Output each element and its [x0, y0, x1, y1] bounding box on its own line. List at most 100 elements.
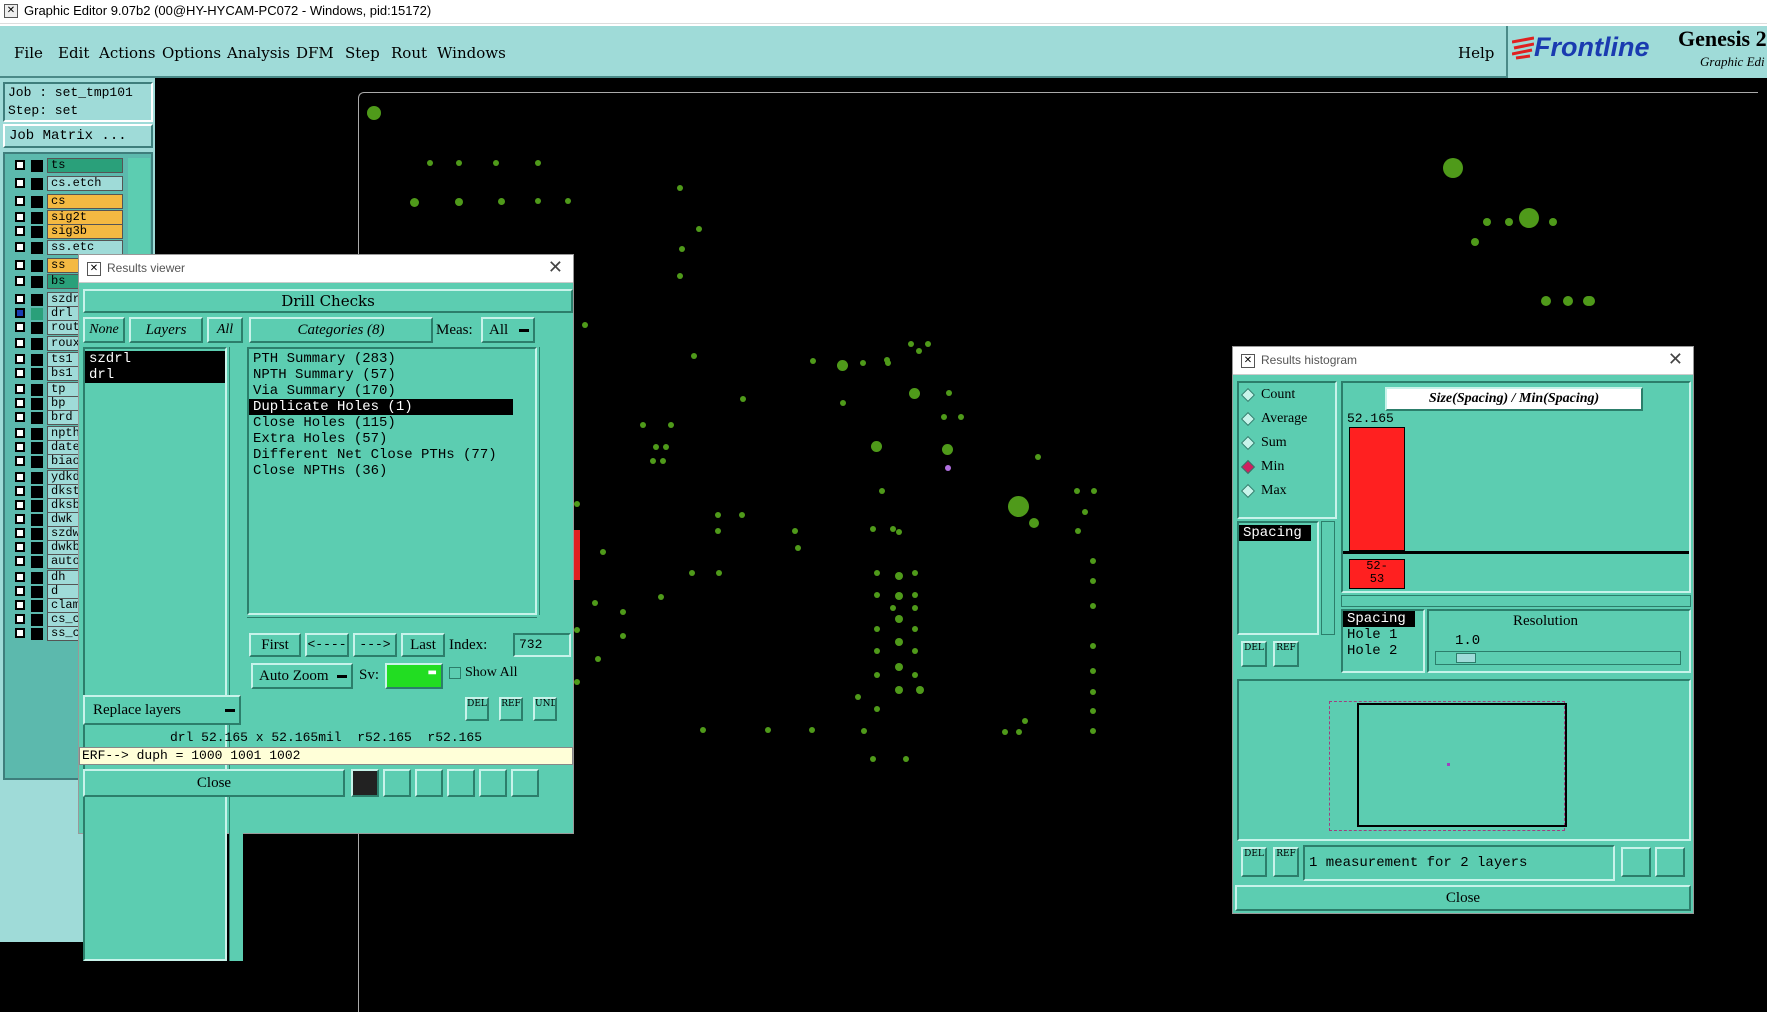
layer-row-ts[interactable]: ts [11, 158, 131, 174]
histogram-icon[interactable] [511, 769, 539, 797]
histogram-bar[interactable] [1349, 427, 1405, 551]
mode-radio-sum[interactable]: Sum [1239, 431, 1335, 455]
export-icon[interactable] [447, 769, 475, 797]
close-button[interactable]: Close [83, 769, 345, 797]
category-item[interactable]: PTH Summary (283) [249, 351, 535, 367]
menu-actions[interactable]: Actions [99, 44, 155, 62]
all-layers-button[interactable]: All [207, 317, 243, 343]
layer-checkbox[interactable] [15, 322, 25, 332]
preview-ref-button[interactable]: REF [1273, 847, 1299, 877]
hist-del-button[interactable]: DEL [1241, 641, 1267, 667]
last-button[interactable]: Last [401, 633, 445, 657]
category-item[interactable]: Close Holes (115) [249, 415, 535, 431]
close-icon[interactable]: ✕ [1668, 349, 1683, 370]
mode-radio-average[interactable]: Average [1239, 407, 1335, 431]
menu-rout[interactable]: Rout [391, 44, 427, 62]
fit-view-icon[interactable] [1655, 847, 1685, 877]
layer-checkbox[interactable] [15, 542, 25, 552]
layer-checkbox[interactable] [15, 398, 25, 408]
layer-checkbox[interactable] [15, 226, 25, 236]
measure-list-scroll[interactable] [1321, 521, 1335, 635]
layer-checkbox[interactable] [15, 384, 25, 394]
mode-radio-min[interactable]: Min [1239, 455, 1335, 479]
layer-checkbox[interactable] [15, 242, 25, 252]
job-matrix-button[interactable]: Job Matrix ... [3, 124, 153, 148]
layer-checkbox[interactable] [15, 472, 25, 482]
layer-checkbox[interactable] [15, 160, 25, 170]
menu-help[interactable]: Help [1458, 44, 1494, 62]
category-list-vscroll[interactable] [539, 347, 553, 615]
zoom-view-icon[interactable] [1621, 847, 1651, 877]
layer-checkbox[interactable] [15, 428, 25, 438]
auto-zoom-dropdown[interactable]: Auto Zoom ▬ [251, 663, 353, 689]
layer-checkbox[interactable] [15, 586, 25, 596]
resolution-slider[interactable] [1435, 651, 1681, 665]
layer-checkbox[interactable] [15, 212, 25, 222]
result-layer-szdrl[interactable]: szdrl [85, 351, 225, 367]
erf-tool-icon[interactable] [415, 769, 443, 797]
category-item[interactable]: NPTH Summary (57) [249, 367, 535, 383]
layer-checkbox[interactable] [15, 178, 25, 188]
layer-checkbox[interactable] [15, 412, 25, 422]
sort-hole-1[interactable]: Hole 1 [1343, 627, 1423, 643]
layer-checkbox[interactable] [15, 614, 25, 624]
none-button[interactable]: None [83, 317, 125, 343]
menu-analysis[interactable]: Analysis [227, 44, 290, 62]
mode-radio-max[interactable]: Max [1239, 479, 1335, 503]
first-button[interactable]: First [249, 633, 301, 657]
sort-hole-2[interactable]: Hole 2 [1343, 643, 1423, 659]
layer-checkbox[interactable] [15, 276, 25, 286]
histogram-close-button[interactable]: Close [1235, 885, 1691, 911]
layer-checkbox[interactable] [15, 338, 25, 348]
close-icon[interactable]: ✕ [548, 257, 563, 278]
preview-del-button[interactable]: DEL [1241, 847, 1267, 877]
category-item[interactable]: Duplicate Holes (1) [249, 399, 513, 415]
category-item[interactable]: Extra Holes (57) [249, 431, 535, 447]
sv-color-dropdown[interactable]: ▬ [385, 663, 443, 689]
layer-checkbox[interactable] [15, 354, 25, 364]
categories-button[interactable]: Categories (8) [249, 317, 433, 343]
layer-checkbox[interactable] [15, 486, 25, 496]
del-button[interactable]: DEL [465, 697, 489, 721]
category-item[interactable]: Via Summary (170) [249, 383, 535, 399]
layer-checkbox[interactable] [15, 368, 25, 378]
layer-checkbox[interactable] [15, 572, 25, 582]
mode-radio-count[interactable]: Count [1239, 383, 1335, 407]
layer-checkbox[interactable] [15, 600, 25, 610]
meas-dropdown[interactable]: All ▬ [481, 317, 535, 343]
sort-spacing[interactable]: Spacing [1343, 611, 1415, 627]
layer-row-cs[interactable]: cs [11, 194, 131, 210]
index-input[interactable]: 732 [513, 633, 571, 657]
layer-checkbox[interactable] [15, 456, 25, 466]
menu-file[interactable]: File [14, 44, 43, 62]
layer-row-cs-etch[interactable]: cs.etch [11, 176, 131, 192]
histogram-hscroll[interactable] [1341, 595, 1691, 607]
menu-options[interactable]: Options [162, 44, 221, 62]
slider-thumb[interactable] [1456, 653, 1476, 663]
layer-checkbox[interactable] [15, 294, 25, 304]
prev-button[interactable]: <---- [305, 633, 349, 657]
layer-checkbox[interactable] [15, 500, 25, 510]
menu-step[interactable]: Step [345, 44, 380, 62]
layers-button[interactable]: Layers [129, 317, 203, 343]
category-list-hscroll[interactable] [247, 617, 537, 629]
layer-list-vscroll[interactable] [229, 347, 243, 961]
layer-checkbox[interactable] [15, 556, 25, 566]
layer-checkbox[interactable] [15, 196, 25, 206]
layer-row-sig3b[interactable]: sig3b [11, 224, 131, 240]
replace-layers-dropdown[interactable]: Replace layers ▬ [83, 695, 241, 725]
menu-edit[interactable]: Edit [58, 44, 89, 62]
layer-checkbox[interactable] [15, 308, 25, 318]
category-item[interactable]: Different Net Close PTHs (77) [249, 447, 535, 463]
layer-checkbox[interactable] [15, 528, 25, 538]
menu-windows[interactable]: Windows [437, 44, 506, 62]
menu-dfm[interactable]: DFM [296, 44, 334, 62]
layer-checkbox[interactable] [15, 514, 25, 524]
measure-spacing[interactable]: Spacing [1239, 525, 1311, 541]
undo-button[interactable]: UNDO [533, 697, 557, 721]
show-all-checkbox[interactable] [449, 667, 461, 679]
next-button[interactable]: ---> [353, 633, 397, 657]
result-layer-drl[interactable]: drl [85, 367, 225, 383]
category-item[interactable]: Close NPTHs (36) [249, 463, 535, 479]
layer-checkbox[interactable] [15, 628, 25, 638]
